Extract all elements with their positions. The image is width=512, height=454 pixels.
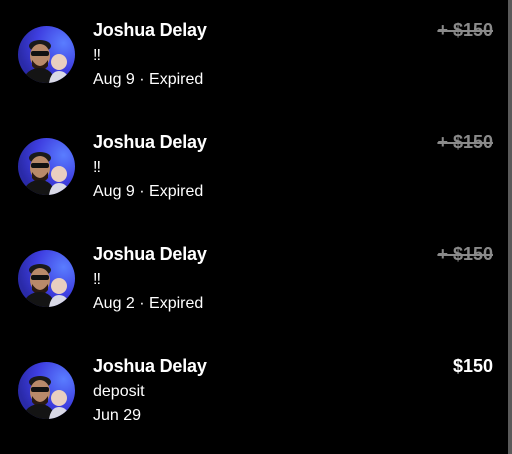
transaction-row[interactable]: Joshua Delay ‼ Aug 9 · Expired + $150	[0, 0, 506, 100]
transaction-date-status: Aug 9 · Expired	[93, 183, 204, 200]
avatar	[18, 362, 75, 419]
transaction-amount: + $150	[437, 20, 493, 40]
transaction-memo: ‼	[93, 271, 101, 288]
transaction-date: Jun 29	[93, 407, 142, 424]
transaction-row[interactable]: Joshua Delay ‼ Aug 9 · Expired + $150	[0, 112, 506, 212]
avatar	[18, 138, 75, 195]
sender-name: Joshua Delay	[93, 132, 207, 152]
sender-name: Joshua Delay	[93, 244, 207, 264]
transaction-memo: deposit	[93, 383, 145, 400]
transaction-row[interactable]: Joshua Delay ‼ Aug 2 · Expired + $150	[0, 224, 506, 324]
transaction-amount: $150	[452, 356, 493, 376]
transaction-memo: ‼	[93, 47, 101, 64]
transaction-row[interactable]: Joshua Delay deposit Jun 29 $150	[0, 336, 506, 436]
scrollbar[interactable]	[508, 0, 512, 454]
sender-name: Joshua Delay	[93, 20, 207, 40]
transaction-list: Joshua Delay ‼ Aug 9 · Expired + $150 Jo…	[0, 0, 506, 454]
avatar	[18, 26, 75, 83]
transaction-date-status: Aug 2 · Expired	[93, 295, 204, 312]
sender-name: Joshua Delay	[93, 356, 207, 376]
transaction-memo: ‼	[93, 159, 101, 176]
avatar	[18, 250, 75, 307]
transaction-date-status: Aug 9 · Expired	[93, 71, 204, 88]
transaction-amount: + $150	[437, 244, 493, 264]
transaction-amount: + $150	[437, 132, 493, 152]
